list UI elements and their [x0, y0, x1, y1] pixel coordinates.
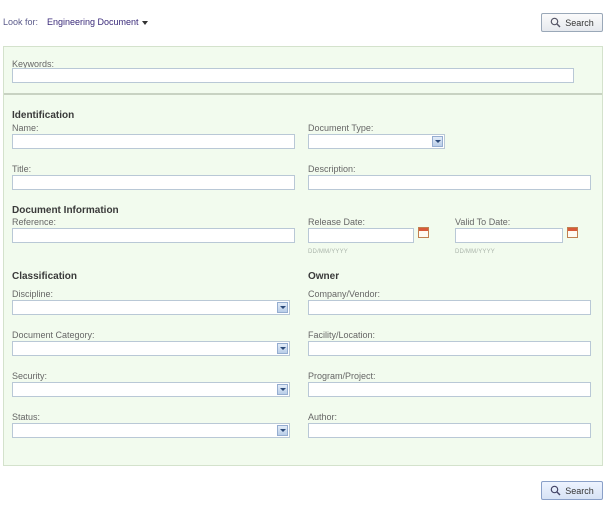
release-date-input[interactable]	[308, 228, 414, 243]
document-category-select[interactable]	[12, 341, 290, 356]
owner-heading: Owner	[308, 271, 340, 282]
name-input[interactable]	[12, 134, 295, 149]
facility-location-input[interactable]	[308, 341, 591, 356]
classification-heading: Classification	[12, 271, 78, 282]
author-input[interactable]	[308, 423, 591, 438]
search-button-top[interactable]: Search	[541, 13, 603, 32]
security-select[interactable]	[12, 382, 290, 397]
keywords-input[interactable]	[12, 68, 574, 83]
look-for-value: Engineering Document	[47, 17, 139, 27]
search-button-bottom[interactable]: Search	[541, 481, 603, 500]
release-date-hint: DD/MM/YYYY	[308, 249, 349, 255]
author-label: Author:	[308, 412, 338, 422]
discipline-select[interactable]	[12, 300, 290, 315]
identification-heading: Identification	[12, 110, 75, 121]
magnifier-icon	[550, 17, 561, 28]
title-label: Title:	[12, 164, 32, 174]
company-vendor-label: Company/Vendor:	[308, 289, 381, 299]
program-project-input[interactable]	[308, 382, 591, 397]
look-for-label: Look for:	[3, 17, 39, 27]
valid-to-date-hint: DD/MM/YYYY	[455, 249, 496, 255]
status-label: Status:	[12, 412, 41, 422]
chevron-down-icon	[277, 425, 288, 436]
search-button-label: Search	[565, 17, 594, 28]
name-label: Name:	[12, 123, 39, 133]
reference-label: Reference:	[12, 217, 57, 227]
title-input[interactable]	[12, 175, 295, 190]
chevron-down-icon	[432, 136, 443, 147]
description-label: Description:	[308, 164, 356, 174]
status-select[interactable]	[12, 423, 290, 438]
caret-down-icon	[141, 20, 148, 25]
document-type-select[interactable]	[308, 134, 445, 149]
description-input[interactable]	[308, 175, 591, 190]
facility-location-label: Facility/Location:	[308, 330, 376, 340]
calendar-icon[interactable]	[567, 227, 578, 238]
document-type-label: Document Type:	[308, 123, 374, 133]
document-information-heading: Document Information	[12, 205, 119, 216]
program-project-label: Program/Project:	[308, 371, 376, 381]
reference-input[interactable]	[12, 228, 295, 243]
security-label: Security:	[12, 371, 48, 381]
valid-to-date-input[interactable]	[455, 228, 563, 243]
look-for-dropdown[interactable]: Engineering Document	[47, 17, 148, 27]
section-divider	[4, 93, 602, 95]
release-date-label: Release Date:	[308, 217, 366, 227]
calendar-icon[interactable]	[418, 227, 429, 238]
document-category-label: Document Category:	[12, 330, 95, 340]
search-form-panel	[3, 46, 603, 466]
magnifier-icon	[550, 485, 561, 496]
search-button-label: Search	[565, 485, 594, 496]
company-vendor-input[interactable]	[308, 300, 591, 315]
valid-to-date-label: Valid To Date:	[455, 217, 511, 227]
chevron-down-icon	[277, 343, 288, 354]
chevron-down-icon	[277, 384, 288, 395]
discipline-label: Discipline:	[12, 289, 54, 299]
chevron-down-icon	[277, 302, 288, 313]
